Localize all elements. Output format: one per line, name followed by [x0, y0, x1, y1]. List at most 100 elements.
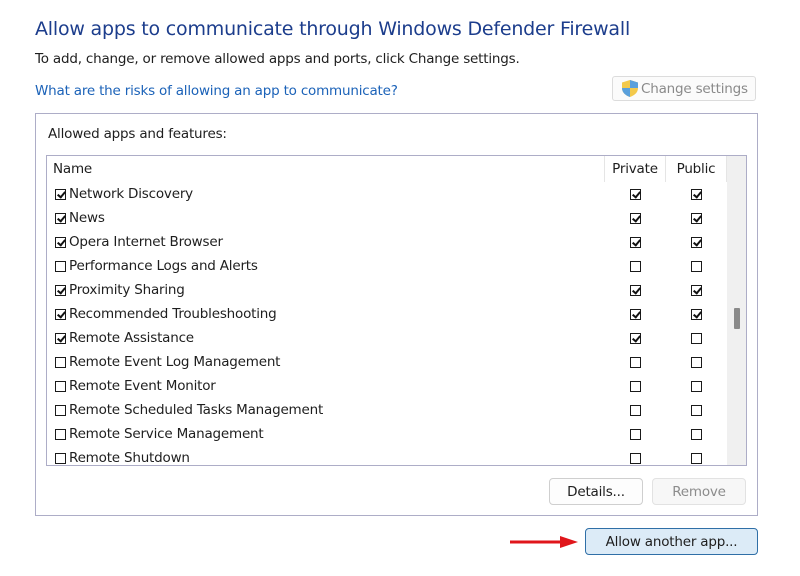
- private-checkbox[interactable]: [630, 236, 641, 248]
- public-checkbox[interactable]: [691, 380, 702, 392]
- private-checkbox[interactable]: [630, 284, 641, 296]
- app-enabled-checkbox[interactable]: [55, 380, 66, 392]
- page-title: Allow apps to communicate through Window…: [35, 18, 631, 40]
- public-checkbox[interactable]: [691, 260, 702, 272]
- private-cell: [605, 428, 666, 440]
- public-checkbox[interactable]: [691, 428, 702, 440]
- public-checkbox[interactable]: [691, 404, 702, 416]
- app-row[interactable]: Opera Internet Browser: [47, 230, 727, 254]
- private-cell: [605, 260, 666, 272]
- private-cell: [605, 188, 666, 200]
- app-row[interactable]: Remote Event Log Management: [47, 350, 727, 374]
- app-name-cell: Recommended Troubleshooting: [47, 306, 605, 322]
- public-cell: [666, 212, 727, 224]
- scrollbar-thumb[interactable]: [734, 308, 740, 329]
- column-header-public[interactable]: Public: [666, 156, 727, 182]
- app-row[interactable]: Remote Scheduled Tasks Management: [47, 398, 727, 422]
- app-name-label: News: [69, 210, 105, 226]
- private-checkbox[interactable]: [630, 188, 641, 200]
- app-name-cell: Remote Shutdown: [47, 450, 605, 466]
- public-checkbox[interactable]: [691, 212, 702, 224]
- app-enabled-checkbox[interactable]: [55, 212, 66, 224]
- allowed-apps-label: Allowed apps and features:: [48, 126, 227, 142]
- app-enabled-checkbox[interactable]: [55, 428, 66, 440]
- app-name-label: Remote Shutdown: [69, 450, 190, 466]
- app-row[interactable]: Recommended Troubleshooting: [47, 302, 727, 326]
- app-rows: Network Discovery News Opera Internet Brow…: [47, 182, 727, 466]
- change-settings-label: Change settings: [641, 80, 748, 97]
- app-name-label: Remote Event Monitor: [69, 378, 216, 394]
- app-row[interactable]: News: [47, 206, 727, 230]
- app-row[interactable]: Remote Shutdown: [47, 446, 727, 466]
- app-name-cell: Remote Event Log Management: [47, 354, 605, 370]
- change-settings-button[interactable]: Change settings: [612, 76, 756, 101]
- private-checkbox[interactable]: [630, 404, 641, 416]
- public-cell: [666, 332, 727, 344]
- app-name-cell: Remote Scheduled Tasks Management: [47, 402, 605, 418]
- app-row[interactable]: Remote Assistance: [47, 326, 727, 350]
- app-enabled-checkbox[interactable]: [55, 404, 66, 416]
- app-enabled-checkbox[interactable]: [55, 284, 66, 296]
- column-header-private[interactable]: Private: [605, 156, 666, 182]
- app-name-label: Performance Logs and Alerts: [69, 258, 258, 274]
- app-name-cell: News: [47, 210, 605, 226]
- private-cell: [605, 212, 666, 224]
- app-name-label: Recommended Troubleshooting: [69, 306, 277, 322]
- app-name-label: Remote Service Management: [69, 426, 264, 442]
- page-subtitle: To add, change, or remove allowed apps a…: [35, 51, 520, 67]
- private-checkbox[interactable]: [630, 332, 641, 344]
- public-cell: [666, 428, 727, 440]
- app-row[interactable]: Network Discovery: [47, 182, 727, 206]
- app-enabled-checkbox[interactable]: [55, 260, 66, 272]
- details-button[interactable]: Details...: [549, 478, 643, 505]
- app-row[interactable]: Performance Logs and Alerts: [47, 254, 727, 278]
- public-checkbox[interactable]: [691, 236, 702, 248]
- private-cell: [605, 236, 666, 248]
- app-enabled-checkbox[interactable]: [55, 308, 66, 320]
- app-enabled-checkbox[interactable]: [55, 188, 66, 200]
- app-name-cell: Remote Service Management: [47, 426, 605, 442]
- app-name-cell: Remote Assistance: [47, 330, 605, 346]
- private-checkbox[interactable]: [630, 260, 641, 272]
- app-enabled-checkbox[interactable]: [55, 452, 66, 464]
- uac-shield-icon: [622, 80, 638, 97]
- private-checkbox[interactable]: [630, 452, 641, 464]
- app-name-cell: Network Discovery: [47, 186, 605, 202]
- column-header-name[interactable]: Name: [47, 156, 605, 182]
- private-checkbox[interactable]: [630, 380, 641, 392]
- allowed-apps-list: Name Private Public Network Discovery New…: [46, 155, 747, 466]
- app-name-cell: Performance Logs and Alerts: [47, 258, 605, 274]
- private-checkbox[interactable]: [630, 356, 641, 368]
- public-checkbox[interactable]: [691, 188, 702, 200]
- app-name-label: Opera Internet Browser: [69, 234, 223, 250]
- public-checkbox[interactable]: [691, 356, 702, 368]
- red-arrow-annotation: [510, 536, 578, 548]
- app-name-cell: Remote Event Monitor: [47, 378, 605, 394]
- app-row[interactable]: Remote Event Monitor: [47, 374, 727, 398]
- public-checkbox[interactable]: [691, 452, 702, 464]
- public-cell: [666, 404, 727, 416]
- public-checkbox[interactable]: [691, 308, 702, 320]
- app-row[interactable]: Remote Service Management: [47, 422, 727, 446]
- private-cell: [605, 332, 666, 344]
- public-checkbox[interactable]: [691, 284, 702, 296]
- private-cell: [605, 356, 666, 368]
- app-name-label: Remote Assistance: [69, 330, 194, 346]
- remove-button[interactable]: Remove: [652, 478, 746, 505]
- private-checkbox[interactable]: [630, 428, 641, 440]
- public-checkbox[interactable]: [691, 332, 702, 344]
- app-row[interactable]: Proximity Sharing: [47, 278, 727, 302]
- app-enabled-checkbox[interactable]: [55, 236, 66, 248]
- private-checkbox[interactable]: [630, 308, 641, 320]
- app-name-label: Remote Scheduled Tasks Management: [69, 402, 324, 418]
- allow-another-app-button[interactable]: Allow another app...: [585, 528, 758, 555]
- public-cell: [666, 308, 727, 320]
- app-enabled-checkbox[interactable]: [55, 356, 66, 368]
- app-name-cell: Proximity Sharing: [47, 282, 605, 298]
- private-cell: [605, 380, 666, 392]
- vertical-scrollbar[interactable]: [727, 156, 746, 465]
- private-checkbox[interactable]: [630, 212, 641, 224]
- app-enabled-checkbox[interactable]: [55, 332, 66, 344]
- risks-link[interactable]: What are the risks of allowing an app to…: [35, 83, 398, 99]
- private-cell: [605, 404, 666, 416]
